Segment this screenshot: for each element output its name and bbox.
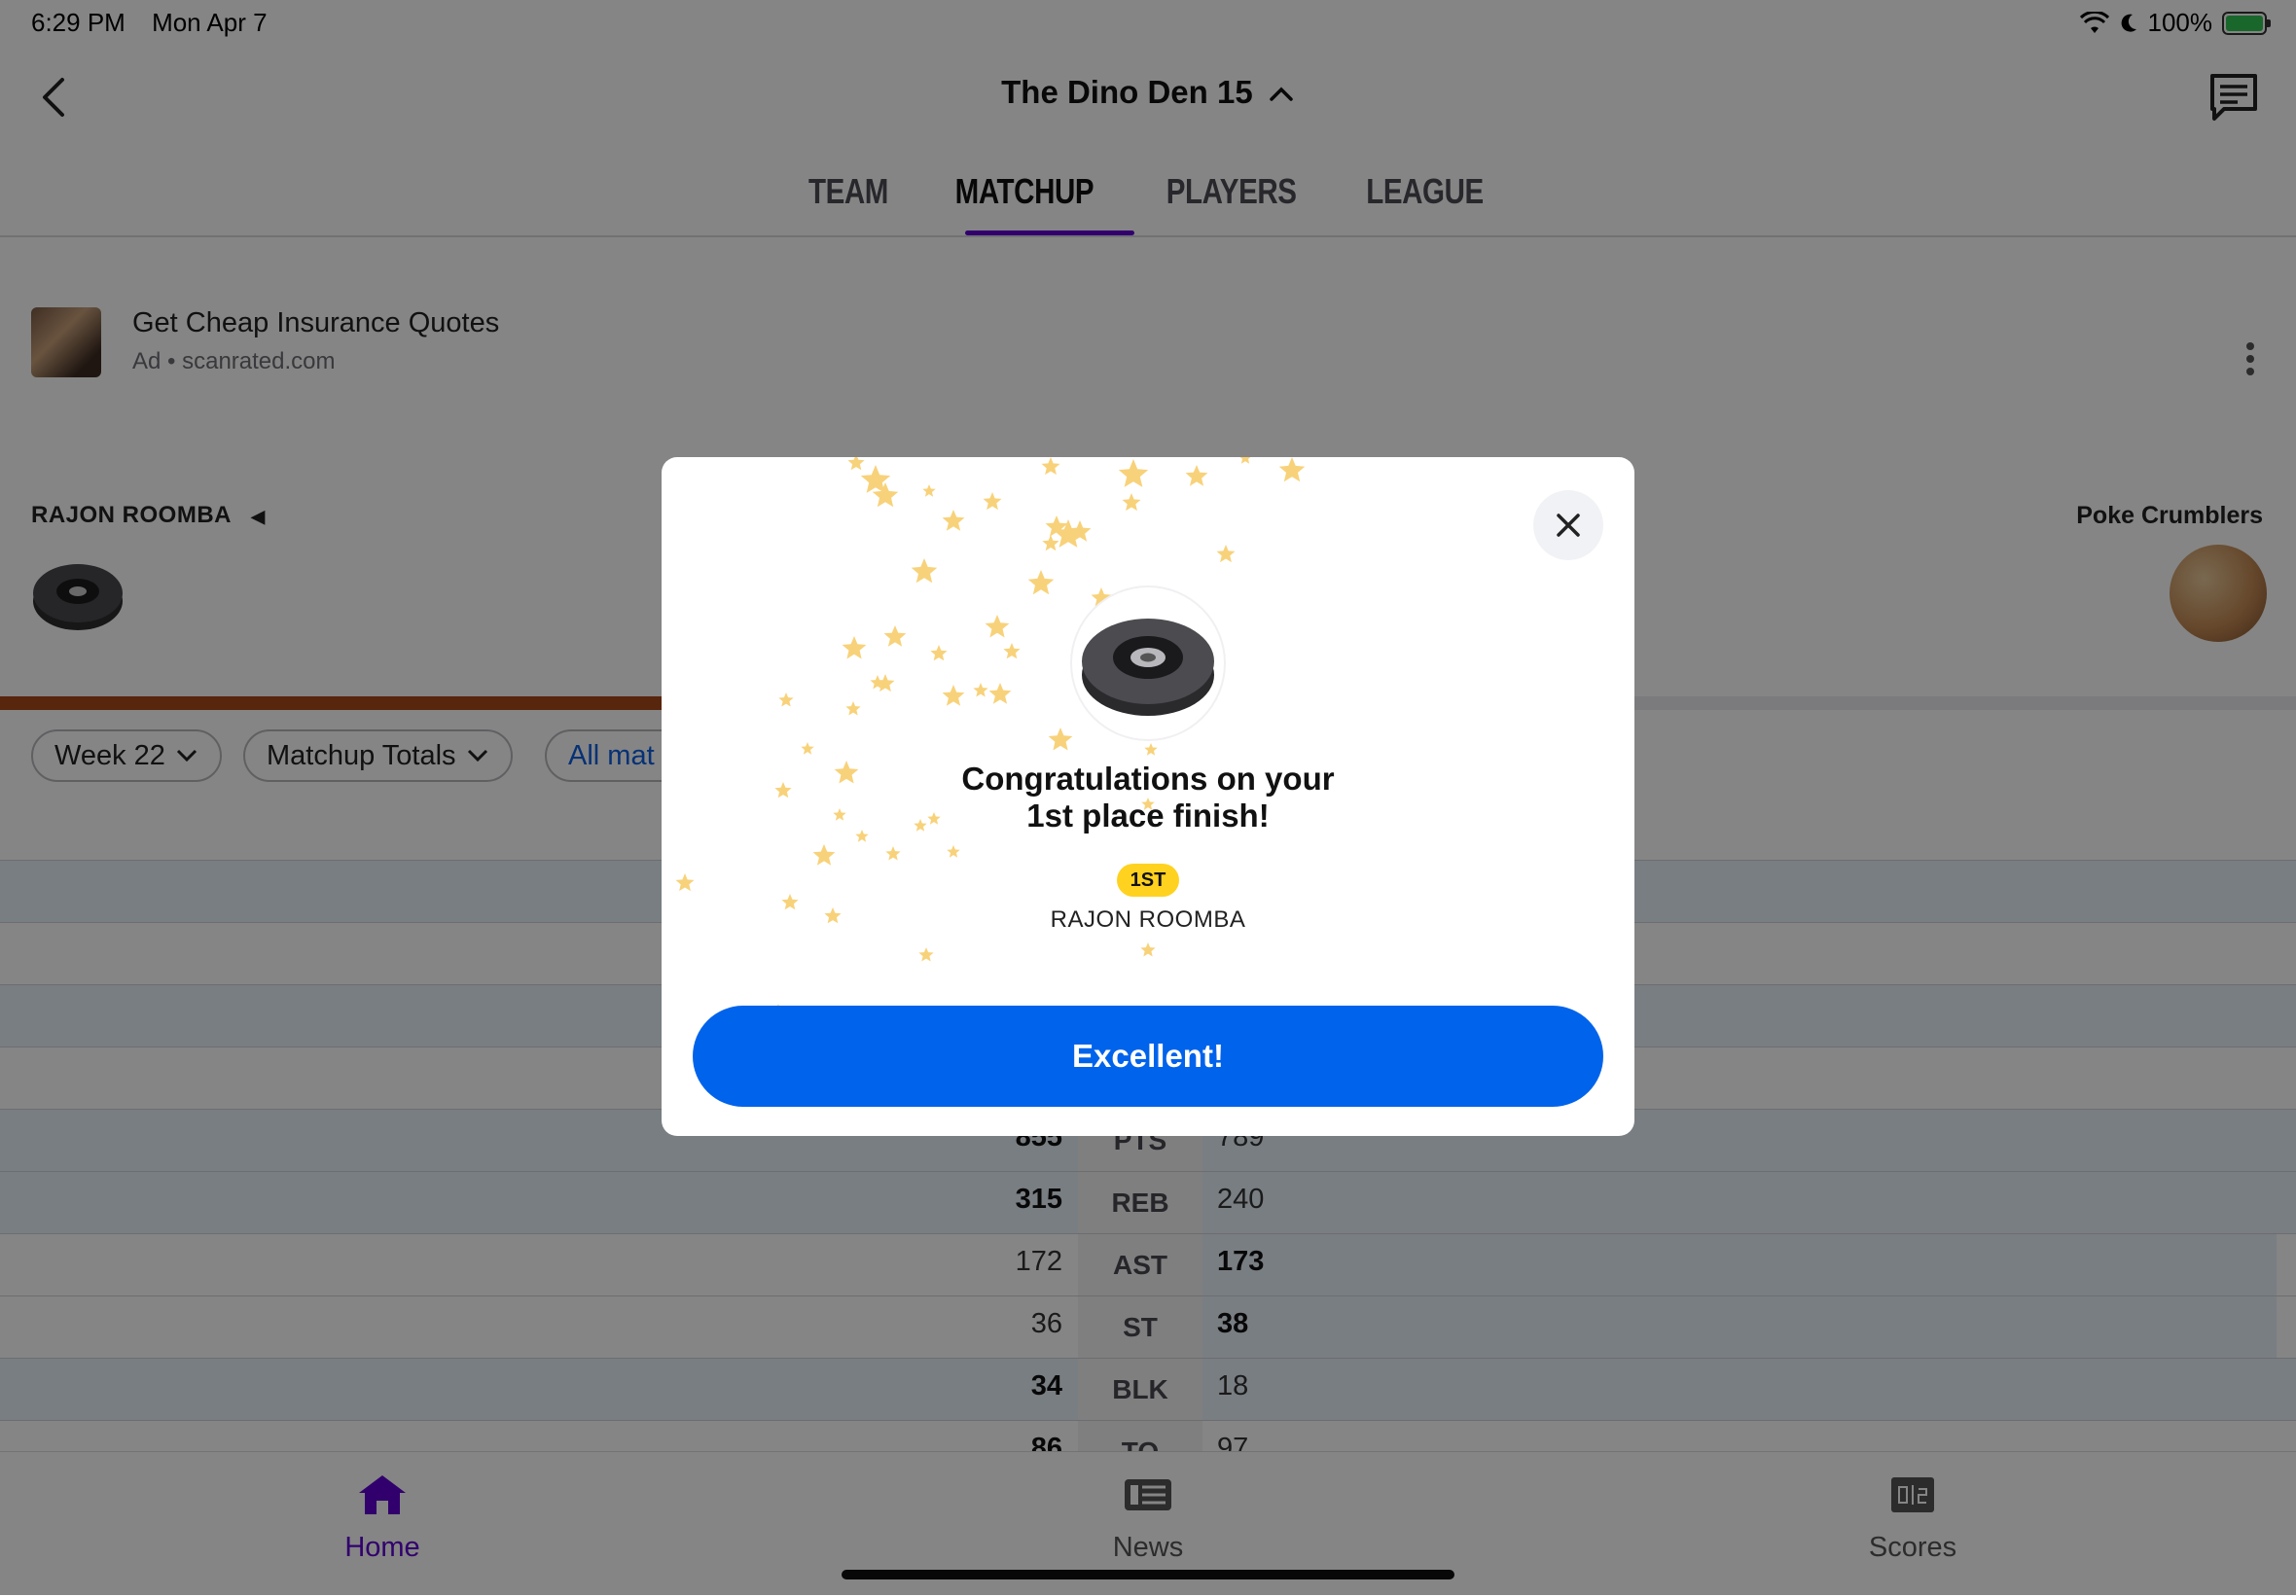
confetti-star [847,457,865,471]
confetti-star [801,742,814,755]
confetti-star [1278,457,1306,482]
confetti-star [1144,743,1158,756]
confetti-star [1042,535,1059,551]
confetti-star [911,558,938,584]
congrats-line-1: Congratulations on your [961,761,1335,797]
confetti-star [1185,465,1208,486]
winner-team-name: RAJON ROOMBA [1050,906,1246,933]
confetti-star [942,510,965,531]
confetti-star [885,846,901,861]
confetti-star [1239,457,1251,464]
confetti-star [1003,643,1021,659]
confetti-star [1140,942,1156,957]
confetti-star [1027,570,1055,595]
roomba-trophy-avatar [1072,587,1224,739]
rank-badge: 1ST [1117,864,1179,897]
confetti-star [675,873,695,892]
confetti-star [883,625,907,647]
confetti-star [842,636,867,659]
confetti-star [922,484,936,497]
confetti-star [812,844,836,866]
confetti-star [930,645,948,661]
confetti-star [1041,457,1060,476]
confetti-star [947,845,960,858]
congrats-modal: Congratulations on your 1st place finish… [662,457,1634,1136]
confetti-star [778,692,794,707]
confetti-star [985,615,1010,638]
congrats-line-2: 1st place finish! [1026,798,1270,833]
excellent-button[interactable]: Excellent! [693,1006,1603,1107]
close-button[interactable] [1533,490,1603,560]
confetti-star [845,701,861,716]
confetti-star [1118,459,1149,487]
confetti-star [1122,493,1141,512]
confetti-star [973,683,988,697]
confetti-star [988,683,1012,704]
confetti-star [942,685,965,706]
confetti-star [1048,727,1073,751]
confetti-star [1216,545,1236,563]
congrats-heading: Congratulations on your 1st place finish… [662,761,1634,834]
confetti-star [918,947,934,962]
confetti-star [983,492,1002,511]
close-icon [1557,514,1580,537]
